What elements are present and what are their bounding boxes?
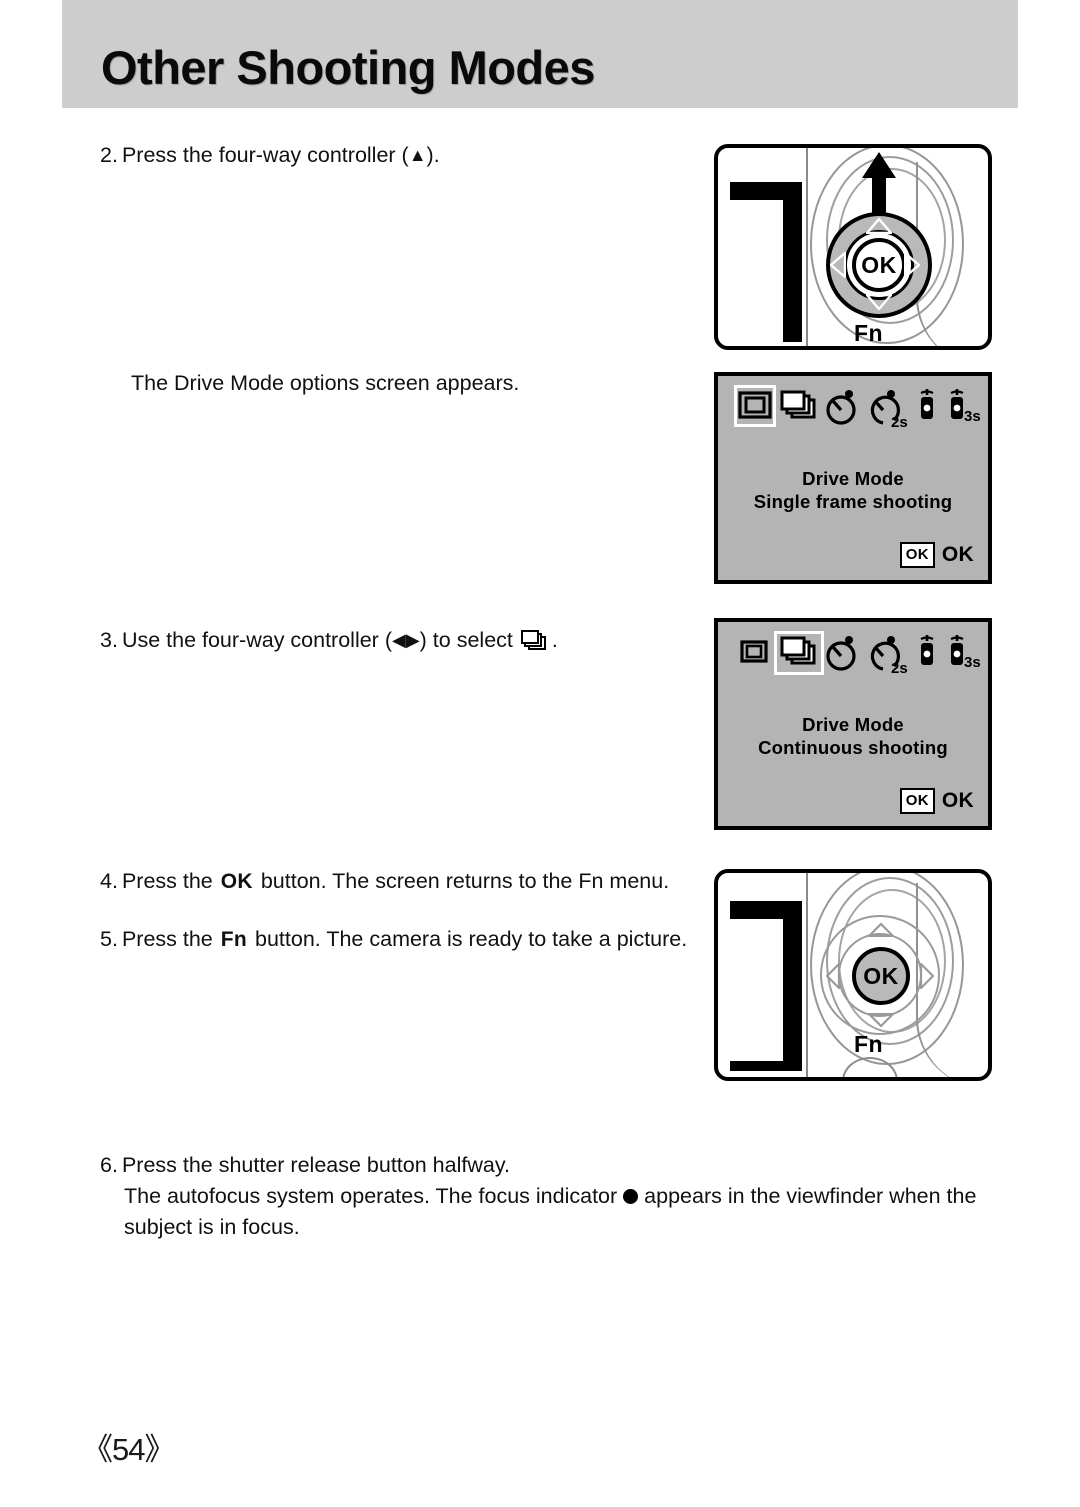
step-2-text: 2. Press the four-way controller (▲). [100,140,440,171]
step-3-body: Use the four-way controller ( [121,628,392,652]
dial-up-arrow-icon[interactable] [866,218,892,234]
step-5-body-b: button. The camera is ready to take a pi… [255,927,688,951]
step-3-number: 3. [100,628,118,652]
dial-down-arrow-icon[interactable] [868,1013,894,1027]
single-frame-icon[interactable] [738,634,772,674]
step-2-body-end: ). [426,143,440,167]
auto-bracket-icon[interactable] [988,634,992,674]
step-2-number: 2. [100,143,118,167]
continuous-shooting-icon[interactable] [780,388,816,428]
page-number: 《54》 [82,1432,175,1467]
remote-3s-label: 3s [964,408,981,425]
dial-down-arrow-icon[interactable] [866,294,892,310]
step-3-body-mid: ) to select [419,628,513,652]
remote-control-3s-icon[interactable]: 3s [946,634,986,674]
drive-mode-note-text: The Drive Mode options screen appears. [131,371,520,395]
selection-highlight [774,631,824,675]
ok-button-label: OK [861,251,897,278]
step-5-body-a: Press the [121,927,213,951]
dial-up-arrow-icon[interactable] [868,923,894,937]
lcd-ok-indicator: OK OK [899,788,974,814]
step-6-body-line1: Press the shutter release button halfway… [121,1153,510,1177]
step-4-number: 4. [100,869,118,893]
drive-mode-icon-row-single: 2s 3s [732,385,982,434]
left-triangle-glyph: ◀ [391,630,406,650]
step-6-body-line2a: The autofocus system operates. The focus… [124,1184,618,1208]
drive-mode-icon-row-continuous: 2s 3s [732,631,982,680]
camera-lcd-bezel [730,901,802,1071]
step-3-body-end: . [551,628,558,652]
lcd-ok-indicator: OK OK [899,542,974,568]
fn-button-label: Fn [854,1031,884,1057]
fn-button-inline-label: Fn [220,928,248,951]
camera-lcd-bezel [730,182,802,342]
up-triangle-glyph: ▲ [408,145,427,165]
remote-control-icon[interactable] [916,634,938,674]
fn-button[interactable] [846,348,896,350]
step-5-number: 5. [100,927,118,951]
figure-camera-ok-button: OK Fn [714,869,992,1081]
step-6-number: 6. [100,1153,118,1177]
page-title: Other Shooting Modes [101,41,595,94]
lcd-title-line1: Drive Mode [802,468,904,489]
step-6-line3: subject is in focus. [124,1215,300,1239]
fn-button-label: Fn [854,320,884,346]
focus-indicator-icon [623,1189,639,1204]
ok-key-box: OK [899,542,935,568]
self-timer-2s-icon[interactable]: 2s [866,388,910,431]
lcd-title-line2: Continuous shooting [758,737,948,758]
dial-left-arrow-icon[interactable] [826,963,840,989]
ok-button[interactable]: OK [852,947,910,1005]
step-6-body-line2b: appears in the viewfinder when the [644,1184,977,1208]
self-timer-2s-icon[interactable]: 2s [866,634,910,677]
self-timer-icon[interactable] [824,634,858,674]
single-frame-icon[interactable] [734,385,776,428]
self-timer-2s-label: 2s [891,414,908,428]
ok-key-text: OK [941,543,974,566]
dial-left-arrow-icon[interactable] [830,252,846,278]
continuous-shooting-icon[interactable] [774,631,824,675]
dial-right-arrow-icon[interactable] [904,252,920,278]
dial-right-arrow-icon[interactable] [920,963,934,989]
step-4-body-a: Press the [121,869,213,893]
ok-button-label: OK [863,962,899,989]
figure-camera-four-way-up: OK Fn [714,144,992,350]
figure-lcd-continuous: 2s 3s Drive Mode Continuous shooting OK … [714,618,992,830]
step-4-body-b: button. The screen returns to the Fn men… [260,869,670,893]
step-3-text: 3. Use the four-way controller (◀▶) to se… [100,625,558,656]
lcd-title-line1: Drive Mode [802,714,904,735]
step-5-text: 5. Press the Fn button. The camera is rea… [100,924,687,955]
figure-lcd-single-frame: 2s 3s Drive Mode Single frame shooting O… [714,372,992,584]
ok-key-box: OK [899,788,935,814]
step-6-line1: 6. Press the shutter release button halfw… [100,1150,510,1180]
svg-text:2s: 2s [891,660,908,674]
lcd-title-line2: Single frame shooting [753,491,953,512]
ok-button-inline-label: OK [220,870,253,893]
remote-control-3s-icon[interactable]: 3s [946,388,986,428]
selection-highlight [734,385,776,427]
continuous-shooting-inline-icon [520,630,547,651]
ok-key-text: OK [941,789,974,812]
step-6-line2: The autofocus system operates. The focus… [124,1181,976,1211]
auto-bracket-icon[interactable] [988,388,992,428]
remote-control-icon[interactable] [916,388,938,428]
step-4-text: 4. Press the OK button. The screen return… [100,866,669,897]
ok-button[interactable]: OK [852,238,906,292]
right-triangle-glyph: ▶ [405,630,420,650]
svg-text:3s: 3s [964,654,981,671]
self-timer-icon[interactable] [824,388,858,428]
step-2-body: Press the four-way controller ( [121,143,409,167]
